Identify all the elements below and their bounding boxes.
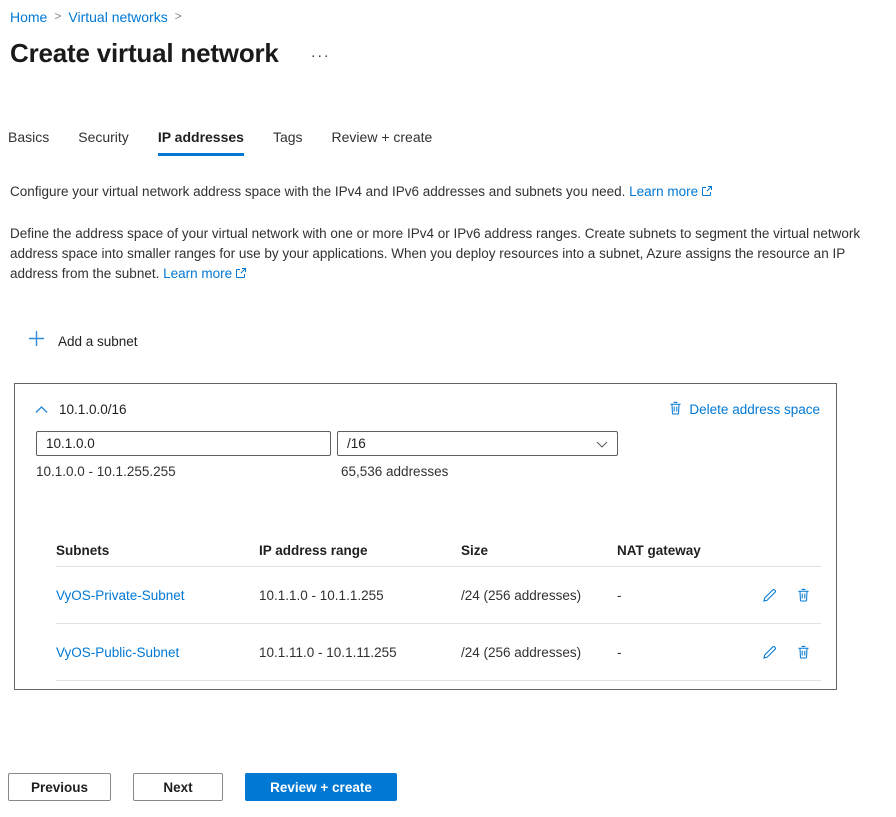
review-create-button[interactable]: Review + create [245,773,397,801]
breadcrumb-link-virtual-networks[interactable]: Virtual networks [68,9,167,25]
table-row: VyOS-Private-Subnet 10.1.1.0 - 10.1.1.25… [56,567,821,624]
subnets-table: Subnets IP address range Size NAT gatewa… [56,535,821,681]
learn-more-link-2[interactable]: Learn more [163,266,247,281]
chevron-down-icon [596,435,608,453]
col-header-ip-range: IP address range [259,543,368,558]
learn-more-link[interactable]: Learn more [629,184,713,199]
tab-review-create[interactable]: Review + create [332,129,433,156]
row-actions [762,588,821,603]
description-text: Define the address space of your virtual… [10,224,862,285]
prefix-selected-value: /16 [347,436,366,451]
edit-subnet-button[interactable] [762,645,777,660]
chevron-right-icon: > [174,9,182,23]
intro-text-body: Configure your virtual network address s… [10,184,626,199]
delete-subnet-button[interactable] [797,645,810,659]
cell-size: /24 (256 addresses) [461,587,582,603]
address-space-panel: 10.1.0.0/16 Delete address space /16 10.… [14,383,837,690]
tab-security[interactable]: Security [78,129,129,156]
address-space-cidr: 10.1.0.0/16 [59,402,127,417]
cell-nat-gateway: - [617,644,622,660]
plus-icon [28,330,45,352]
previous-button[interactable]: Previous [8,773,111,801]
more-options-icon[interactable]: ··· [311,47,331,64]
intro-text: Configure your virtual network address s… [10,182,862,203]
delete-subnet-button[interactable] [797,588,810,602]
prefix-dropdown[interactable]: /16 [337,431,618,456]
address-input[interactable] [36,431,331,456]
address-count-text: 65,536 addresses [341,464,449,479]
tab-basics[interactable]: Basics [8,129,49,156]
add-subnet-button[interactable]: Add a subnet [28,330,138,352]
table-row: VyOS-Public-Subnet 10.1.11.0 - 10.1.11.2… [56,624,821,681]
trash-icon [669,401,682,418]
address-range-text: 10.1.0.0 - 10.1.255.255 [36,464,176,479]
col-header-nat-gateway: NAT gateway [617,543,701,558]
chevron-up-icon[interactable] [35,405,48,414]
learn-more-label: Learn more [163,266,233,281]
breadcrumb: Home > Virtual networks > [10,9,189,25]
add-subnet-label: Add a subnet [58,333,138,349]
col-header-size: Size [461,543,489,558]
next-button[interactable]: Next [133,773,223,801]
chevron-right-icon: > [54,9,62,23]
subnets-table-header: Subnets IP address range Size NAT gatewa… [56,535,821,567]
address-space-header: 10.1.0.0/16 Delete address space [15,384,836,418]
address-space-summary: 10.1.0.0 - 10.1.255.255 65,536 addresses [36,464,836,479]
subnet-link-public[interactable]: VyOS-Public-Subnet [56,645,259,660]
subnet-link-private[interactable]: VyOS-Private-Subnet [56,588,259,603]
tab-ip-addresses[interactable]: IP addresses [157,129,245,156]
tab-tags[interactable]: Tags [273,129,303,156]
cell-nat-gateway: - [617,587,622,603]
col-header-subnets: Subnets [56,543,110,558]
external-link-icon [235,265,247,285]
cell-ip-range: 10.1.1.0 - 10.1.1.255 [259,587,384,603]
cell-size: /24 (256 addresses) [461,644,582,660]
cell-ip-range: 10.1.11.0 - 10.1.11.255 [259,644,397,660]
address-space-inputs: /16 [36,431,820,456]
learn-more-label: Learn more [629,184,699,199]
breadcrumb-link-home[interactable]: Home [10,9,47,25]
delete-address-space-label: Delete address space [689,402,820,417]
row-actions [762,645,821,660]
page-title: Create virtual network [10,38,279,68]
description-text-body: Define the address space of your virtual… [10,226,861,281]
external-link-icon [701,183,713,203]
tab-bar: Basics Security IP addresses Tags Review… [8,129,432,156]
footer-button-bar: Previous Next Review + create [8,773,397,801]
edit-subnet-button[interactable] [762,588,777,603]
title-row: Create virtual network ··· [10,38,330,69]
delete-address-space-button[interactable]: Delete address space [669,401,820,418]
